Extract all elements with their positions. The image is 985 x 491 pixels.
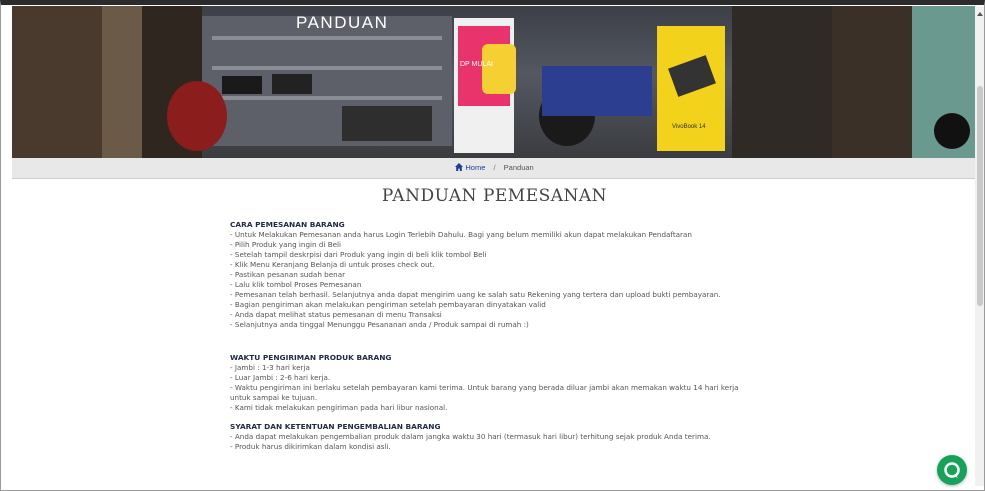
scrollbar-thumb[interactable] xyxy=(977,86,983,306)
section-heading: WAKTU PENGIRIMAN PRODUK BARANG xyxy=(230,353,392,362)
section-line: - Produk harus dikirimkan dalam kondisi … xyxy=(230,442,391,451)
section-line: - Pemesanan telah berhasil. Selanjutnya … xyxy=(230,290,721,299)
breadcrumb-home-link[interactable]: Home xyxy=(455,163,487,172)
breadcrumb-separator: / xyxy=(493,163,496,172)
home-icon xyxy=(455,163,464,171)
chat-icon xyxy=(944,462,960,478)
promo-laptop-text: VivoBook 14 xyxy=(672,124,706,130)
store-photo: DP MULAI VivoBook 14 xyxy=(12,6,977,158)
breadcrumb-bar: Home / Panduan xyxy=(12,158,977,179)
chat-button[interactable] xyxy=(937,455,967,485)
section-line: - Untuk Melakukan Pemesanan anda harus L… xyxy=(230,230,692,239)
section-line: untuk sampai ke tujuan. xyxy=(230,393,318,402)
section-line: - Klik Menu Keranjang Belanja di untuk p… xyxy=(230,260,435,269)
page-title: PANDUAN PEMESANAN xyxy=(381,186,608,206)
hero-title: PANDUAN xyxy=(296,13,389,32)
section-line: - Pastikan pesanan sudah benar xyxy=(230,270,346,279)
section-heading: SYARAT DAN KETENTUAN PENGEMBALIAN BARANG xyxy=(230,422,441,431)
section-line: - Luar Jambi : 2-6 hari kerja. xyxy=(230,373,331,382)
promo-text: DP MULAI xyxy=(460,61,493,68)
section-line: - Jambi : 1-3 hari kerja xyxy=(230,363,310,372)
scroll-up-icon[interactable] xyxy=(977,12,983,16)
section-line: - Anda dapat melakukan pengembalian prod… xyxy=(230,432,711,441)
section-heading: CARA PEMESANAN BARANG xyxy=(230,220,345,229)
section-line: - Anda dapat melihat status pemesanan di… xyxy=(230,310,442,319)
breadcrumb: Home / Panduan xyxy=(12,158,977,178)
section-line: - Lalu klik tombol Proses Pemesanan xyxy=(230,280,362,289)
breadcrumb-current: Panduan xyxy=(503,163,534,172)
breadcrumb-home-label: Home xyxy=(465,163,486,172)
section-line: - Kami tidak melakukan pengiriman pada h… xyxy=(230,403,448,412)
section-line: - Selanjutnya anda tinggal Menunggu Pesa… xyxy=(230,320,529,329)
guide-content: CARA PEMESANAN BARANG - Untuk Melakukan … xyxy=(230,219,770,452)
section-line: - Setelah tampil deskrpisi dari Produk y… xyxy=(230,250,487,259)
hero-banner: DP MULAI VivoBook 14 PANDUAN xyxy=(12,6,977,158)
section-line: - Waktu pengiriman ini berlaku setelah p… xyxy=(230,383,739,392)
section-line: - Pilih Produk yang ingin di Beli xyxy=(230,240,342,249)
section-line: - Bagian pengiriman akan melakukan pengi… xyxy=(230,300,546,309)
